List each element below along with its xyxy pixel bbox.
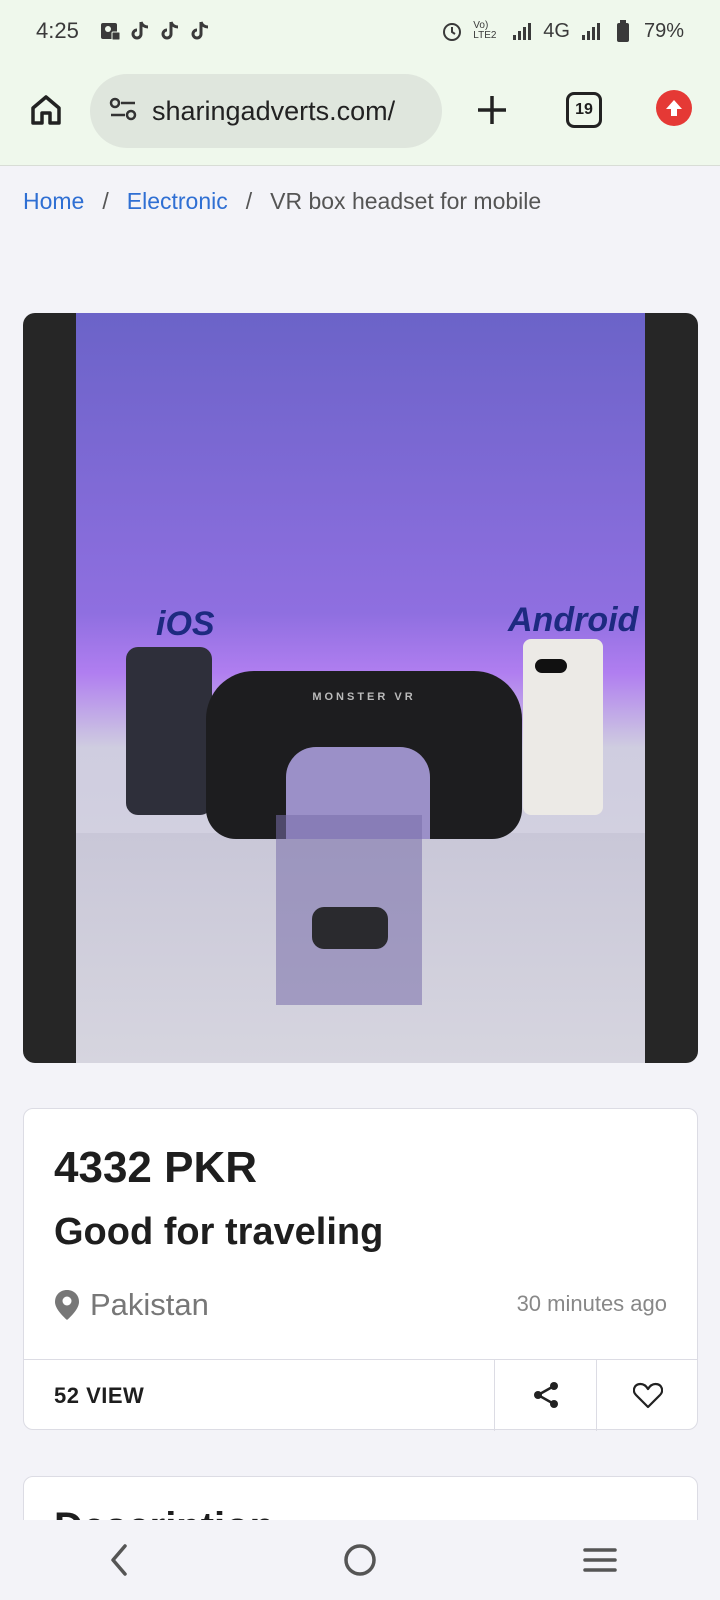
tiktok-icon [189, 20, 211, 42]
notification-icons [99, 20, 211, 42]
browser-toolbar: sharingadverts.com/ 19 [0, 62, 720, 166]
alarm-icon [441, 20, 463, 42]
menu-lines-icon [583, 1548, 617, 1572]
share-button[interactable] [495, 1360, 596, 1430]
home-icon [31, 95, 61, 125]
product-image[interactable]: iOS Android MONSTER VR [23, 313, 698, 1063]
breadcrumb-home-link[interactable]: Home [23, 188, 84, 215]
listing-location: Pakistan [54, 1287, 209, 1323]
breadcrumb-separator: / [102, 188, 109, 214]
thumbnail-inset [276, 815, 422, 1005]
update-button[interactable] [656, 90, 692, 126]
tab-switcher-button[interactable]: 19 [566, 92, 602, 128]
back-chevron-icon [111, 1544, 127, 1576]
system-nav-bar [0, 1520, 720, 1600]
posted-time: 30 minutes ago [516, 1291, 667, 1316]
contact-card-icon [99, 20, 121, 42]
tiktok-icon [159, 20, 181, 42]
new-tab-button[interactable] [470, 88, 514, 132]
status-bar: 4:25 Vo) LTE2 4G 79% [0, 0, 720, 62]
location-text: Pakistan [90, 1287, 209, 1322]
iphone-graphic [126, 647, 212, 815]
listing-price: 4332 PKR [54, 1143, 258, 1192]
breadcrumb-separator: / [245, 188, 253, 214]
network-type: 4G [543, 19, 570, 42]
plus-icon [478, 96, 506, 124]
android-label: Android [508, 601, 639, 639]
breadcrumb-category-link[interactable]: Electronic [127, 188, 228, 215]
arrow-up-icon [666, 100, 682, 116]
status-right: Vo) LTE2 4G 79% [441, 20, 684, 43]
heart-icon [632, 1382, 663, 1409]
volte-indicator: Vo) LTE2 [473, 20, 497, 41]
listing-info-card: 4332 PKR Good for traveling Pakistan 30 … [23, 1108, 698, 1431]
recents-button[interactable] [570, 1530, 630, 1590]
vr-headset-graphic: MONSTER VR [206, 671, 522, 839]
android-phone-graphic [523, 639, 603, 815]
signal-icon [580, 20, 602, 42]
tiktok-icon [129, 20, 151, 42]
ios-label: iOS [156, 605, 215, 643]
home-nav-button[interactable] [330, 1530, 390, 1590]
circle-home-icon [344, 1544, 376, 1576]
address-bar[interactable]: sharingadverts.com/ [90, 74, 442, 148]
share-icon [533, 1382, 558, 1408]
view-count: 52 VIEW [54, 1383, 145, 1408]
signal-icon [511, 20, 533, 42]
headset-brand-text: MONSTER VR [312, 691, 416, 703]
status-time: 4:25 [36, 18, 79, 43]
url-text: sharingadverts.com/ [152, 95, 396, 126]
favorite-button[interactable] [597, 1360, 698, 1430]
breadcrumb-current: VR box headset for mobile [270, 188, 542, 214]
listing-title: Good for traveling [54, 1211, 384, 1253]
home-button[interactable] [24, 88, 68, 132]
product-photo: iOS Android MONSTER VR [76, 313, 645, 1063]
breadcrumb: Home / Electronic / VR box headset for m… [23, 188, 541, 215]
site-settings-icon[interactable] [108, 94, 138, 129]
battery-level: 79% [643, 19, 684, 42]
battery-icon [612, 20, 634, 42]
back-button[interactable] [90, 1530, 150, 1590]
location-pin-icon [55, 1290, 79, 1320]
